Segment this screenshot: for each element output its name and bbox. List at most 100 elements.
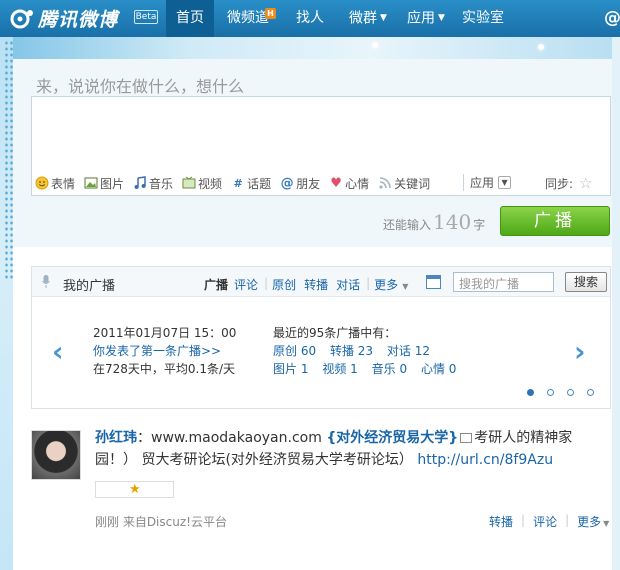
nav-lab-label: 实验室	[462, 10, 504, 26]
stat-label[interactable]: 转播	[330, 344, 354, 358]
rating-box[interactable]: ★	[95, 481, 174, 498]
slide-pager	[527, 389, 607, 396]
recent-stats-row: 原创 60 转播 23 对话 12	[273, 342, 466, 360]
post-colon: ：	[137, 430, 151, 446]
action-separator: |	[565, 513, 570, 527]
stat-value: 23	[357, 344, 374, 358]
tool-music[interactable]: 音乐	[133, 175, 173, 192]
stat-label[interactable]: 音乐	[372, 362, 396, 376]
next-arrow-icon[interactable]: ›	[574, 335, 586, 368]
post-actions: 转播 | 评论 | 更多 ▼	[489, 513, 609, 530]
nav-weipindao-label: 微频道	[227, 10, 269, 26]
compose-prompt: 来，说说你在做什么，想什么	[36, 77, 245, 96]
pager-dot[interactable]	[567, 389, 574, 396]
nav-apps[interactable]: 应用 ▼	[401, 0, 451, 37]
broadcast-button[interactable]: 广播	[500, 206, 610, 236]
tencent-logo-icon	[10, 9, 33, 28]
stat-label[interactable]: 对话	[387, 344, 411, 358]
nav-groups-label: 微群	[349, 10, 378, 27]
nav-find-people-label: 找人	[296, 10, 324, 26]
compose-toolbar: 表情 图片 音乐 视频 # 话题 @ 朋友 ♥ 心情 关键词	[35, 174, 439, 192]
image-icon	[84, 176, 98, 190]
compose-app-dropdown[interactable]: 应用 ▼	[463, 174, 512, 191]
post-topic[interactable]: {对外经济贸易大学}	[326, 430, 458, 446]
remain-prefix: 还能输入	[383, 218, 432, 232]
tool-image[interactable]: 图片	[84, 175, 124, 192]
background-right	[612, 37, 620, 570]
logo[interactable]: 腾讯微博	[10, 6, 118, 31]
pager-dot-active[interactable]	[527, 389, 534, 396]
at-icon: @	[280, 175, 294, 191]
recent-stats: 最近的95条广播中有： 原创 60 转播 23 对话 12 图片 1 视频 1 …	[273, 324, 466, 378]
tab-dialogue[interactable]: 对话	[336, 276, 360, 293]
tab-comment[interactable]: 评论	[234, 276, 258, 293]
logo-text: 腾讯微博	[38, 9, 119, 31]
chevron-down-icon: ▼	[380, 13, 387, 23]
my-broadcast-title: 我的广播	[63, 279, 116, 294]
tab-original[interactable]: 原创	[272, 276, 296, 293]
stat-label[interactable]: 原创	[273, 344, 297, 358]
nav-apps-label: 应用	[407, 10, 436, 27]
chevron-down-icon: ▼	[402, 282, 409, 291]
remain-suffix: 字	[473, 218, 486, 232]
tool-label: 图片	[100, 176, 125, 191]
first-broadcast-link[interactable]: 你发表了第一条广播>>	[93, 342, 236, 360]
video-icon	[182, 176, 196, 190]
retweet-link[interactable]: 转播	[489, 513, 513, 530]
star-icon[interactable]: ☆	[579, 174, 592, 192]
tab-broadcast[interactable]: 广播	[204, 276, 228, 293]
tool-emoticon[interactable]: 表情	[35, 175, 75, 192]
nav-groups[interactable]: 微群 ▼	[343, 0, 393, 37]
broadcast-average: 在728天中，平均0.1条/天	[93, 362, 236, 376]
more-link[interactable]: 更多 ▼	[577, 513, 609, 530]
stat-value: 60	[300, 344, 317, 358]
tool-topic[interactable]: # 话题	[231, 175, 271, 192]
stat-label[interactable]: 图片	[273, 362, 297, 376]
tab-more[interactable]: 更多 ▼	[374, 276, 410, 293]
post-short-link[interactable]: http://url.cn/8f9Azu	[417, 452, 553, 468]
mention-at-icon[interactable]: @	[604, 8, 620, 28]
my-broadcast-tabs: 广播 评论 | 原创 转播 对话 | 更多 ▼	[204, 276, 412, 293]
chevron-down-icon: ▼	[438, 13, 445, 23]
tool-label: 朋友	[296, 176, 321, 191]
sync-option[interactable]: 同步: ☆	[545, 174, 593, 192]
header-banner	[0, 37, 620, 59]
tool-mood[interactable]: ♥ 心情	[329, 175, 369, 192]
nav-lab[interactable]: 实验室	[457, 0, 509, 37]
post-author[interactable]: 孙红玮	[95, 430, 137, 446]
post-content: 孙红玮：www.maodakaoyan.com {对外经济贸易大学} 考研人的精神…	[95, 427, 610, 471]
smiley-icon	[35, 176, 49, 190]
rss-icon	[378, 176, 392, 190]
first-broadcast-date: 2011年01月07日 15：00	[93, 326, 237, 340]
app-dropdown-label: 应用	[470, 176, 495, 190]
stat-value: 12	[414, 344, 431, 358]
post-meta: 刚刚 来自Discuz!云平台	[95, 515, 227, 529]
tool-video[interactable]: 视频	[182, 175, 222, 192]
tool-keyword[interactable]: 关键词	[378, 175, 430, 192]
comment-link[interactable]: 评论	[533, 513, 557, 530]
char-remaining: 还能输入 140 字	[383, 210, 485, 234]
stat-label[interactable]: 视频	[322, 362, 346, 376]
nav-weipindao[interactable]: 微频道 H	[220, 0, 276, 37]
hashtag-icon: #	[233, 176, 243, 190]
tab-more-label: 更多	[374, 278, 399, 292]
tab-retweet[interactable]: 转播	[304, 276, 328, 293]
tab-separator: |	[366, 276, 371, 290]
action-separator: |	[521, 513, 526, 527]
pager-dot[interactable]	[547, 389, 554, 396]
broadcast-search-button[interactable]: 搜索	[565, 272, 607, 292]
nav-home[interactable]: 首页	[166, 0, 214, 37]
avatar[interactable]	[31, 430, 81, 480]
more-link-label: 更多	[577, 515, 602, 529]
pager-dot[interactable]	[587, 389, 594, 396]
stat-label[interactable]: 心情	[421, 362, 445, 376]
prev-arrow-icon[interactable]: ‹	[52, 335, 64, 368]
nav-find-people[interactable]: 找人	[290, 0, 330, 37]
hot-badge: H	[265, 8, 276, 19]
tool-label: 表情	[51, 176, 76, 191]
broadcast-search-input[interactable]: 搜我的广播	[453, 272, 554, 292]
image-icon[interactable]	[460, 433, 473, 443]
tool-label: 视频	[198, 176, 223, 191]
calendar-icon[interactable]	[426, 275, 441, 289]
tool-friend[interactable]: @ 朋友	[280, 175, 321, 192]
